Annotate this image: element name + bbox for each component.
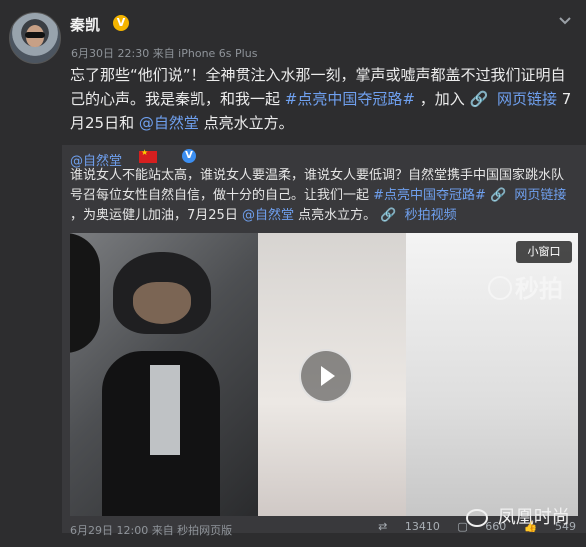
repost-mention[interactable]: @自然堂	[242, 208, 294, 223]
video-link[interactable]: 秒拍视频	[405, 208, 457, 223]
post-text: 忘了那些“他们说”！全神贯注入水那一刻，掌声或嘘声都盖不过我们证明自己的心声。我…	[70, 63, 575, 135]
chevron-down-icon[interactable]	[558, 16, 572, 26]
video-link-icon: 🔗	[380, 208, 397, 223]
repost-meta[interactable]: 6月29日 12:00 来自 秒拍网页版	[70, 522, 232, 538]
video-panel-left	[70, 233, 258, 516]
flag-icon	[139, 148, 157, 163]
play-icon[interactable]	[299, 349, 353, 403]
video-logo: 秒拍	[488, 269, 563, 304]
mention-link[interactable]: @自然堂	[139, 114, 199, 132]
post-text-4: 点亮水立方。	[203, 114, 294, 132]
repost-count[interactable]: 13410	[405, 520, 440, 533]
helmet-shadow	[70, 233, 100, 353]
repost-web-link[interactable]: 网页链接	[514, 188, 566, 203]
wechat-icon	[466, 509, 488, 527]
post-meta[interactable]: 6月30日 22:30 来自 iPhone 6s Plus	[71, 45, 257, 61]
video-player[interactable]: 小窗口 秒拍	[70, 233, 578, 516]
link-icon: 🔗	[490, 188, 507, 203]
avatar[interactable]	[9, 12, 61, 64]
shirt-figure	[150, 365, 180, 455]
verified-icon: V	[113, 15, 129, 31]
repost-text: 谁说女人不能站太高，谁说女人要温柔，谁说女人要低调？自然堂携手中国国家跳水队号召…	[70, 166, 575, 226]
web-link[interactable]: 网页链接	[497, 90, 557, 108]
logo-icon	[488, 276, 512, 300]
repost-text-2: ，为奥运健儿加油，7月25日	[70, 208, 238, 223]
video-logo-text: 秒拍	[515, 275, 563, 303]
mini-window-button[interactable]: 小窗口	[516, 241, 572, 263]
watermark: 凤凰时尚	[466, 503, 570, 529]
watermark-text: 凤凰时尚	[497, 507, 570, 528]
repost-text-3: 点亮水立方。	[298, 208, 377, 223]
helmet-figure	[113, 252, 211, 334]
repost-icon: ⇄	[378, 520, 388, 533]
repost-hashtag[interactable]: #点亮中国夺冠路#	[373, 188, 486, 203]
link-icon: 🔗	[469, 90, 489, 108]
hashtag-link[interactable]: #点亮中国夺冠路#	[285, 90, 415, 108]
post-text-2: ，加入	[419, 90, 465, 108]
verified-icon: V	[182, 149, 196, 163]
reposted-content: @自然堂 V 谁说女人不能站太高，谁说女人要温柔，谁说女人要低调？自然堂携手中国…	[62, 145, 586, 537]
author-name[interactable]: 秦凯	[70, 14, 100, 35]
sunglasses	[25, 32, 45, 38]
